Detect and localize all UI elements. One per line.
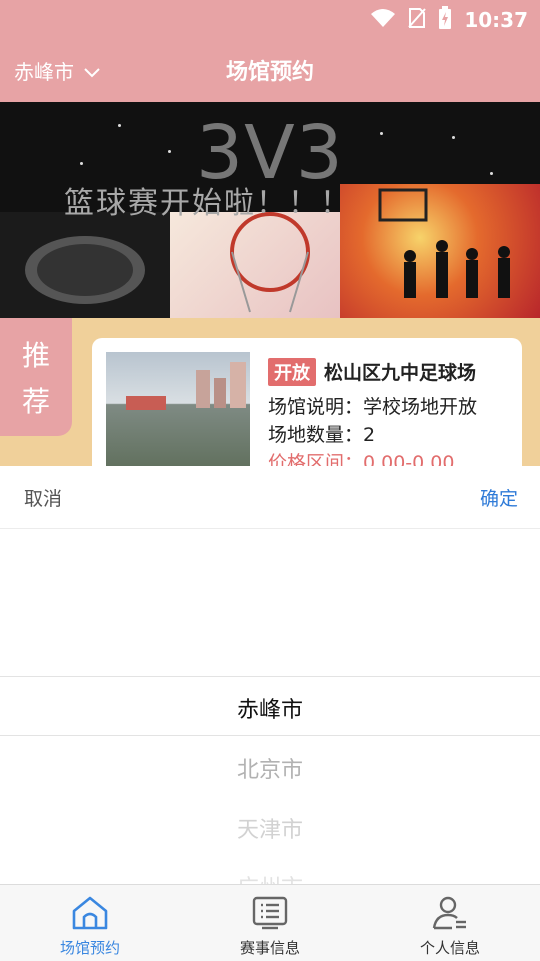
venue-name: 松山区九中足球场 (324, 362, 477, 384)
tab-label: 赛事信息 (239, 939, 300, 957)
banner-subtitle: 篮球赛开始啦！！！ (64, 186, 352, 221)
picker-option[interactable]: 北京市 (0, 752, 540, 784)
city-picker: 取消 确定 赤峰市 北京市 天津市 广州市 (0, 466, 540, 884)
tab-event-info[interactable]: 赛事信息 (180, 885, 360, 961)
no-sim-icon (408, 7, 427, 33)
home-icon (70, 887, 110, 935)
venue-price: 价格区间：0.00-0.00 (268, 452, 455, 466)
tab-venue-booking[interactable]: 场馆预约 (0, 885, 180, 961)
wifi-icon (370, 8, 396, 32)
tab-label: 个人信息 (419, 939, 480, 957)
list-icon (250, 887, 290, 935)
picker-option[interactable]: 天津市 (0, 812, 540, 844)
recommend-badge: 推 荐 (0, 318, 72, 436)
recommend-char-1: 推 (21, 339, 50, 372)
tab-personal-info[interactable]: 个人信息 (360, 885, 540, 961)
bottom-tab-bar: 场馆预约 赛事信息 个人信息 (0, 884, 540, 961)
venue-description: 场馆说明：学校场地开放 (268, 396, 478, 418)
status-bar: 10:37 (0, 0, 540, 36)
hoop-image (170, 212, 340, 318)
tab-label: 场馆预约 (59, 939, 120, 957)
recommend-char-2: 荐 (21, 385, 50, 418)
status-badge: 开放 (268, 358, 316, 386)
recommend-section: 推 荐 开放 松山区九中足球场 场馆说明：学校场地开放 场地数量：2 价格区间：… (0, 318, 540, 466)
players-image (340, 184, 540, 318)
hands-ball-image (0, 212, 170, 318)
app-bar: 赤峰市 场馆预约 (0, 36, 540, 102)
status-time: 10:37 (464, 8, 528, 32)
cancel-button[interactable]: 取消 (24, 484, 62, 511)
venue-thumbnail (106, 352, 250, 466)
page-title: 场馆预约 (225, 60, 314, 85)
picker-option[interactable]: 广州市 (0, 870, 540, 884)
user-icon (430, 887, 470, 935)
banner-image[interactable]: 3V3 篮球赛开始啦！！！ (0, 102, 540, 318)
venue-count: 场地数量：2 (268, 424, 376, 446)
picker-toolbar: 取消 确定 (0, 466, 540, 529)
picker-option[interactable]: 赤峰市 (0, 692, 540, 724)
confirm-button[interactable]: 确定 (480, 484, 518, 511)
battery-icon (438, 6, 452, 34)
venue-card[interactable]: 开放 松山区九中足球场 场馆说明：学校场地开放 场地数量：2 价格区间：0.00… (92, 338, 522, 466)
